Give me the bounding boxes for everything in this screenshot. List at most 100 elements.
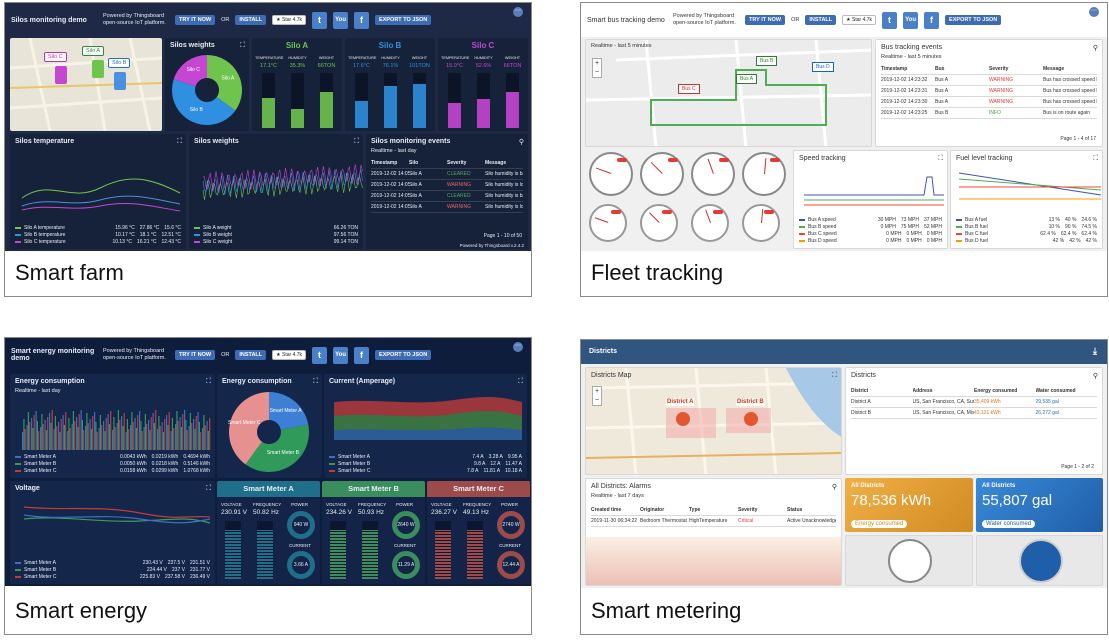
- table-row[interactable]: 2019-12-02 14:23:25 Bus B INFO Bus is on ro…: [881, 108, 1097, 119]
- column-header[interactable]: Originator: [640, 507, 689, 513]
- legend-row[interactable]: Bus A speed 30 MPH 73 MPH 37 MPH: [799, 217, 942, 224]
- fleet-map[interactable]: Realtime - last 5 minutes Bus C Bus A Bu…: [585, 39, 872, 147]
- youtube-icon[interactable]: You: [333, 11, 349, 29]
- more-icon[interactable]: ⋯: [1089, 7, 1099, 17]
- table-row[interactable]: 2019-12-02 14:05:44Silo A WARNING Silo hum…: [371, 202, 523, 213]
- search-icon[interactable]: ⚲: [832, 483, 837, 491]
- legend-row[interactable]: Smart Meter C 225.83 V 237.58 V 236.49 V: [15, 574, 210, 581]
- more-icon[interactable]: ⋯: [513, 7, 523, 17]
- card-smart-metering[interactable]: Districts ⤓ Districts Map ⛶ District A D…: [580, 339, 1108, 635]
- card-smart-energy[interactable]: Smart energy monitoring demo Powered by …: [4, 337, 532, 635]
- district-a-marker[interactable]: District A: [666, 398, 695, 406]
- install-button[interactable]: INSTALL: [235, 15, 267, 25]
- column-header[interactable]: Bus: [935, 66, 989, 72]
- legend-row[interactable]: Silo B weight 97.56 TON: [194, 232, 358, 239]
- legend-row[interactable]: Silo C weight 99.14 TON: [194, 239, 358, 246]
- table-row[interactable]: 2019-12-02 14:05:46Silo A CLEARED Silo hum…: [371, 169, 523, 180]
- legend-row[interactable]: Bus C speed 0 MPH 0 MPH 0 MPH: [799, 231, 942, 238]
- export-json-button[interactable]: EXPORT TO JSON: [375, 350, 432, 360]
- column-header[interactable]: Water consumed: [1036, 388, 1098, 394]
- legend-row[interactable]: Smart Meter B 224.44 V 237 V 231.77 V: [15, 567, 210, 574]
- silo-c-marker[interactable]: Silo C: [44, 52, 67, 62]
- column-header[interactable]: Created time: [591, 507, 640, 513]
- silo-a-marker[interactable]: Silo A: [82, 46, 105, 56]
- silo-b-marker[interactable]: Silo B: [108, 58, 131, 68]
- install-button[interactable]: INSTALL: [235, 350, 267, 360]
- column-header[interactable]: Message: [1043, 66, 1097, 72]
- table-row[interactable]: District B US, San Francisco, CA, Mission…: [851, 408, 1097, 419]
- column-header[interactable]: Type: [689, 507, 738, 513]
- bus-b-marker[interactable]: Bus B: [756, 56, 778, 66]
- fullscreen-icon[interactable]: ⛶: [354, 138, 359, 146]
- legend-row[interactable]: Smart Meter C 7.8 A 11.81 A 10.18 A: [329, 468, 522, 475]
- table-row[interactable]: District A US, San Francisco, CA, Sunset …: [851, 397, 1097, 408]
- districts-pagination[interactable]: Page 1 - 2 of 2: [1061, 464, 1094, 470]
- search-icon[interactable]: ⚲: [1093, 44, 1098, 52]
- column-header[interactable]: Severity: [989, 66, 1043, 72]
- column-header[interactable]: Severity: [738, 507, 787, 513]
- column-header[interactable]: Address: [913, 388, 975, 394]
- legend-row[interactable]: Bus C fuel 62.4 % 62.4 % 62.4 %: [956, 231, 1097, 238]
- github-star-button[interactable]: ★ Star 4.7k: [272, 15, 307, 25]
- export-json-button[interactable]: EXPORT TO JSON: [375, 15, 432, 25]
- facebook-icon[interactable]: f: [924, 11, 940, 29]
- install-button[interactable]: INSTALL: [805, 15, 837, 25]
- more-icon[interactable]: ⋯: [513, 342, 523, 352]
- fullscreen-icon[interactable]: ⛶: [1093, 155, 1098, 163]
- bus-d-marker[interactable]: Bus D: [812, 62, 834, 72]
- bus-a-marker[interactable]: Bus A: [736, 74, 758, 84]
- legend-row[interactable]: Silo A temperature 15.96 °C 27.86 °C 15.6 °…: [15, 225, 181, 232]
- farm-map[interactable]: Silo C Silo A Silo B: [10, 38, 162, 131]
- export-json-button[interactable]: EXPORT TO JSON: [945, 15, 1002, 25]
- table-row[interactable]: 2019-12-02 14:23:30 Bus A WARNING Bus has c…: [881, 97, 1097, 108]
- search-icon[interactable]: ⚲: [1093, 372, 1098, 380]
- github-star-button[interactable]: ★ Star 4.7k: [842, 15, 877, 25]
- facebook-icon[interactable]: f: [354, 11, 370, 29]
- legend-row[interactable]: Silo C temperature 10.13 °C 16.21 °C 12.43 …: [15, 239, 181, 246]
- bus-c-marker[interactable]: Bus C: [678, 84, 700, 94]
- twitter-icon[interactable]: t: [312, 346, 328, 364]
- legend-row[interactable]: Smart Meter A 7.4 A 3.28 A 9.95 A: [329, 454, 522, 461]
- column-header[interactable]: Severity: [447, 160, 485, 166]
- legend-row[interactable]: Bus D fuel 42 % 42 % 42 %: [956, 238, 1097, 245]
- zoom-controls[interactable]: + −: [592, 386, 602, 406]
- legend-row[interactable]: Silo B temperature 10.17 °C 18.1 °C 12.51 °…: [15, 232, 181, 239]
- column-header[interactable]: Energy consumed: [974, 388, 1036, 394]
- legend-row[interactable]: Bus B fuel 10 % 90 % 74.5 %: [956, 224, 1097, 231]
- fullscreen-icon[interactable]: ⛶: [832, 372, 837, 380]
- table-row[interactable]: 2019-12-02 14:23:32 Bus A WARNING Bus has c…: [881, 75, 1097, 86]
- bus-events-pagination[interactable]: Page 1 - 4 of 17: [1060, 136, 1096, 142]
- twitter-icon[interactable]: t: [312, 11, 328, 29]
- fullscreen-icon[interactable]: ⛶: [206, 378, 211, 386]
- district-b-marker[interactable]: District B: [736, 398, 765, 406]
- github-star-button[interactable]: ★ Star 4.7k: [272, 350, 307, 360]
- download-icon[interactable]: ⤓: [1093, 346, 1097, 357]
- column-header[interactable]: Timestamp: [881, 66, 935, 72]
- legend-row[interactable]: Smart Meter C 0.0158 kWh 0.0299 kWh 1.0768 …: [15, 468, 210, 475]
- legend-row[interactable]: Silo A weight 66.26 TON: [194, 225, 358, 232]
- youtube-icon[interactable]: You: [903, 11, 919, 29]
- fullscreen-icon[interactable]: ⛶: [240, 42, 245, 50]
- events-pagination[interactable]: Page 1 - 10 of 50: [484, 233, 522, 239]
- fullscreen-icon[interactable]: ⛶: [938, 155, 943, 163]
- legend-row[interactable]: Smart Meter B 9.8 A 12 A 11.47 A: [329, 461, 522, 468]
- legend-row[interactable]: Bus D speed 0 MPH 0 MPH 0 MPH: [799, 238, 942, 245]
- card-smart-farm[interactable]: Silos monitoring demo Powered by Thingsb…: [4, 2, 532, 297]
- legend-row[interactable]: Smart Meter A 230.43 V 237.5 V 231.51 V: [15, 560, 210, 567]
- column-header[interactable]: District: [851, 388, 913, 394]
- fullscreen-icon[interactable]: ⛶: [177, 138, 182, 146]
- zoom-controls[interactable]: + −: [592, 58, 602, 78]
- column-header[interactable]: Timestamp: [371, 160, 409, 166]
- search-icon[interactable]: ⚲: [519, 138, 524, 146]
- table-row[interactable]: 2019-12-02 14:05:44Silo A CLEARED Silo hum…: [371, 191, 523, 202]
- legend-row[interactable]: Smart Meter B 0.0050 kWh 0.0218 kWh 0.5146 …: [15, 461, 210, 468]
- card-fleet-tracking[interactable]: Smart bus tracking demo Powered by Thing…: [580, 2, 1108, 297]
- legend-row[interactable]: Smart Meter A 0.0043 kWh 0.0219 kWh 0.4694 …: [15, 454, 210, 461]
- legend-row[interactable]: Bus A fuel 13 % 40 % 24.6 %: [956, 217, 1097, 224]
- try-button[interactable]: TRY IT NOW: [745, 15, 786, 25]
- twitter-icon[interactable]: t: [882, 11, 898, 29]
- legend-row[interactable]: Bus B speed 0 MPH 75 MPH 52 MPH: [799, 224, 942, 231]
- column-header[interactable]: Status: [787, 507, 836, 513]
- table-row[interactable]: 2019-12-02 14:05:45Silo A WARNING Silo hum…: [371, 180, 523, 191]
- facebook-icon[interactable]: f: [354, 346, 370, 364]
